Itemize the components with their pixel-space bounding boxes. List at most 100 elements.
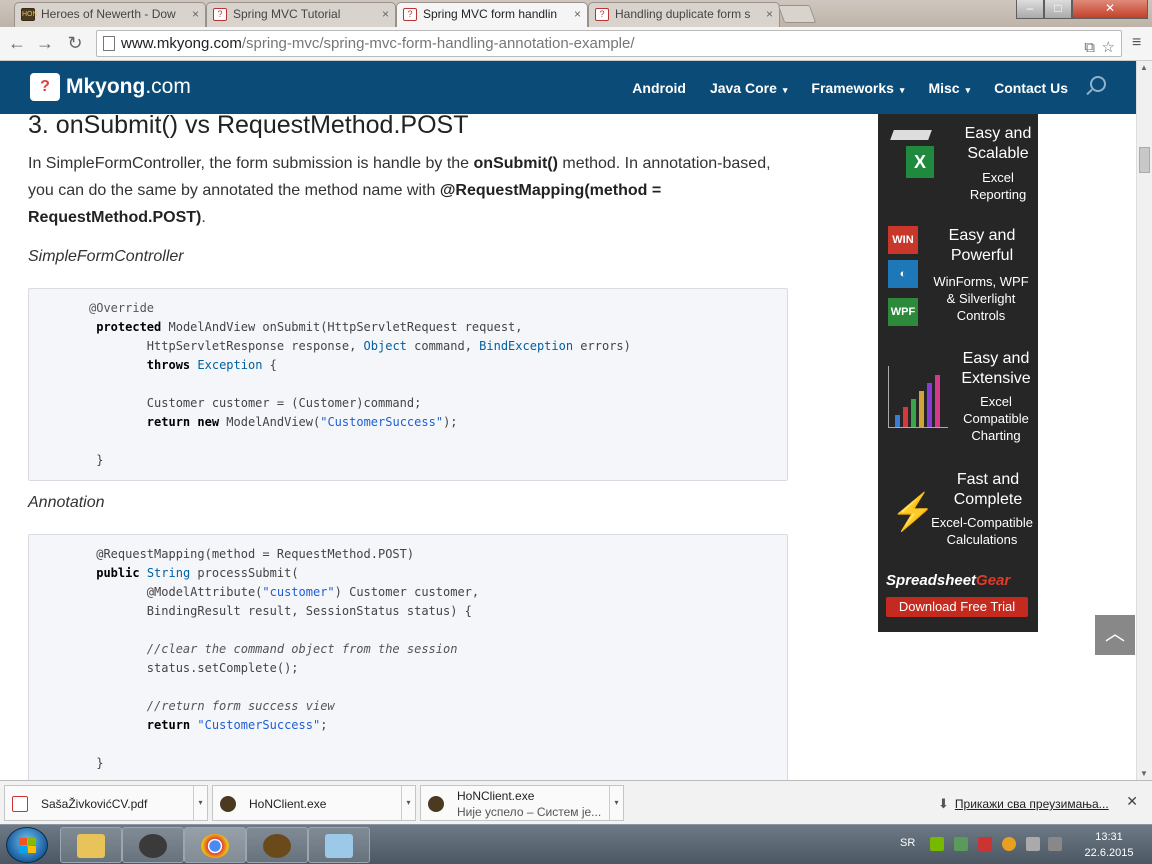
- download-item[interactable]: HoNClient.exe ▾: [212, 785, 416, 821]
- close-icon[interactable]: ×: [574, 3, 581, 26]
- start-button[interactable]: [6, 827, 48, 863]
- chevron-up-icon: ︿: [1105, 623, 1125, 645]
- pdf-icon: [12, 796, 28, 812]
- logo-mark: ?: [30, 73, 60, 101]
- url-path: /spring-mvc/spring-mvc-form-handling-ann…: [241, 35, 635, 52]
- nav-contact-us[interactable]: Contact Us: [994, 80, 1068, 96]
- page-scrollbar[interactable]: ▲ ▼: [1136, 61, 1152, 780]
- chevron-down-icon[interactable]: ▾: [401, 786, 415, 820]
- flag-icon[interactable]: [1026, 837, 1040, 851]
- new-tab-button[interactable]: [777, 5, 817, 23]
- download-status: Није успело – Систем је...: [457, 805, 602, 819]
- menu-icon[interactable]: ≡: [1132, 33, 1146, 53]
- silverlight-icon: ◐: [888, 260, 918, 288]
- notepad-icon: [325, 834, 353, 858]
- tab-title: Spring MVC Tutorial: [233, 7, 341, 21]
- scroll-down-icon[interactable]: ▼: [1140, 769, 1148, 778]
- chevron-down-icon[interactable]: ▾: [193, 786, 207, 820]
- chevron-down-icon: ▾: [965, 84, 971, 95]
- taskbar-warcraft[interactable]: [122, 827, 184, 863]
- mkyong-icon: ?: [403, 8, 417, 21]
- hon-icon: [220, 796, 236, 812]
- tray-app-icon[interactable]: [978, 837, 992, 851]
- close-icon[interactable]: ×: [766, 3, 773, 26]
- tab-title: Spring MVC form handlin: [423, 7, 558, 21]
- tab-heroes-of-newerth[interactable]: HON Heroes of Newerth - Dow ×: [14, 2, 206, 27]
- main-nav: Android Java Core ▾ Frameworks ▾ Misc ▾ Con…: [608, 61, 1068, 114]
- warcraft-icon: [139, 834, 167, 858]
- taskbar-hon[interactable]: [246, 827, 308, 863]
- url-host: www.mkyong.com: [121, 35, 242, 52]
- back-icon[interactable]: ←: [6, 32, 28, 54]
- security-icon[interactable]: [954, 837, 968, 851]
- code-block-simpleformcontroller: @Override protected ModelAndView onSubmi…: [28, 288, 788, 481]
- tab-spring-mvc-form-handling[interactable]: ? Spring MVC form handlin ×: [396, 2, 588, 28]
- download-shelf: SašaŽivkovićCV.pdf ▾ HoNClient.exe ▾ HoN…: [0, 780, 1152, 824]
- download-free-trial-button[interactable]: Download Free Trial: [886, 597, 1028, 617]
- search-icon[interactable]: [1090, 76, 1106, 92]
- logo-text: Mkyong: [66, 75, 146, 98]
- tray-app-icon[interactable]: [1002, 837, 1016, 851]
- forward-icon[interactable]: →: [34, 32, 56, 54]
- folder-icon: [77, 834, 105, 858]
- show-all-downloads-link[interactable]: ⬇ Прикажи сва преузимања...: [938, 796, 1109, 812]
- windows-taskbar: SR 13:31 22.6.2015: [0, 824, 1152, 864]
- code-block-annotation: @RequestMapping(method = RequestMethod.P…: [28, 534, 788, 780]
- download-filename: HoNClient.exe: [457, 789, 535, 803]
- tab-handling-duplicate-form[interactable]: ? Handling duplicate form s ×: [588, 2, 780, 27]
- hon-icon: [263, 834, 291, 858]
- nav-misc[interactable]: Misc ▾: [928, 80, 970, 96]
- chrome-icon: [201, 834, 229, 858]
- site-logo[interactable]: ? Mkyong .com: [30, 72, 191, 102]
- chevron-down-icon: ▾: [899, 84, 905, 95]
- taskbar-explorer[interactable]: [60, 827, 122, 863]
- nav-android[interactable]: Android: [632, 80, 686, 96]
- mkyong-icon: ?: [595, 8, 609, 21]
- page-icon: [103, 36, 115, 51]
- network-icon[interactable]: [1048, 837, 1062, 851]
- browser-toolbar: ← → ↻ www.mkyong.com/spring-mvc/spring-m…: [0, 27, 1152, 61]
- nav-java-core[interactable]: Java Core ▾: [710, 80, 787, 96]
- win-badge: WIN: [888, 226, 918, 254]
- close-icon[interactable]: ×: [192, 3, 199, 26]
- taskbar-app[interactable]: [308, 827, 370, 863]
- star-icon[interactable]: ☆: [1102, 35, 1115, 60]
- close-icon[interactable]: ×: [382, 3, 389, 26]
- subheading-simpleformcontroller: SimpleFormController: [28, 248, 184, 265]
- ad-sub-3: Excel Compatible Charting: [963, 394, 1029, 443]
- section-paragraph: In SimpleFormController, the form submis…: [28, 155, 771, 226]
- ad-sub-2: WinForms, WPF & Silverlight Controls: [933, 274, 1029, 323]
- spreadsheetgear-ad[interactable]: X Easy and Scalable Excel Reporting WIN …: [878, 114, 1038, 632]
- nvidia-icon[interactable]: [930, 837, 944, 851]
- logo-domain: .com: [145, 75, 191, 98]
- address-bar[interactable]: www.mkyong.com/spring-mvc/spring-mvc-for…: [96, 30, 1122, 57]
- nav-frameworks[interactable]: Frameworks ▾: [811, 80, 904, 96]
- article-content: 3. onSubmit() vs RequestMethod.POST In S…: [0, 114, 1136, 780]
- language-indicator[interactable]: SR: [900, 837, 915, 849]
- scrollbar-thumb[interactable]: [1139, 147, 1150, 173]
- hon-icon: HON: [21, 8, 38, 21]
- maximize-button[interactable]: □: [1044, 0, 1072, 19]
- taskbar-chrome[interactable]: [184, 827, 246, 863]
- minimize-button[interactable]: –: [1016, 0, 1044, 19]
- scroll-up-icon[interactable]: ▲: [1140, 63, 1148, 72]
- close-icon[interactable]: ✕: [1126, 793, 1138, 810]
- ad-sub-4: Excel-Compatible Calculations: [931, 515, 1033, 547]
- spreadsheetgear-logo: SpreadsheetGear: [886, 572, 1011, 589]
- system-clock[interactable]: 13:31 22.6.2015: [1078, 829, 1140, 861]
- close-window-button[interactable]: ✕: [1072, 0, 1148, 19]
- chevron-down-icon: ▾: [782, 84, 788, 95]
- chart-icon: [888, 366, 948, 428]
- download-item-failed[interactable]: HoNClient.exe Није успело – Систем је...…: [420, 785, 624, 821]
- tab-spring-mvc-tutorial[interactable]: ? Spring MVC Tutorial ×: [206, 2, 396, 27]
- back-to-top-button[interactable]: ︿: [1095, 615, 1135, 655]
- clock-date: 22.6.2015: [1084, 847, 1134, 859]
- translate-icon[interactable]: ⧉: [1084, 35, 1095, 60]
- reload-icon[interactable]: ↻: [64, 32, 86, 54]
- clock-time: 13:31: [1095, 831, 1123, 843]
- chevron-down-icon[interactable]: ▾: [609, 786, 623, 820]
- windows-logo-icon: [19, 838, 37, 854]
- download-item[interactable]: SašaŽivkovićCV.pdf ▾: [4, 785, 208, 821]
- tab-title: Heroes of Newerth - Dow: [41, 7, 176, 21]
- ad-title-3: Easy and Extensive: [961, 350, 1031, 387]
